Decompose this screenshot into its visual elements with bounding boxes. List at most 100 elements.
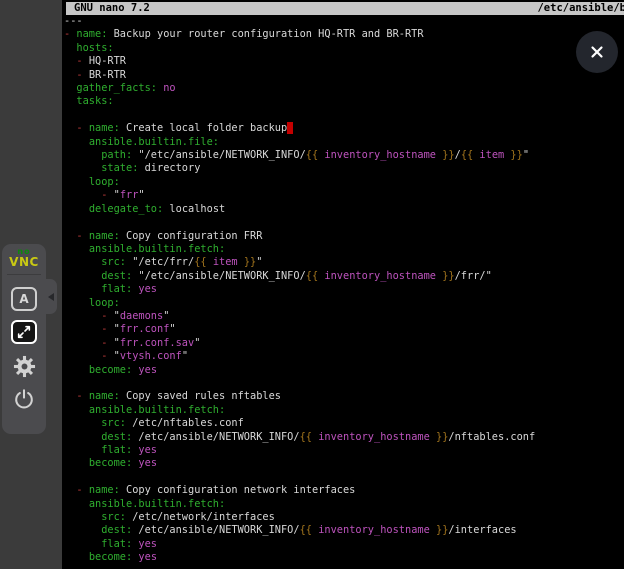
editor-line: - name: Copy configuration network inter…	[64, 484, 624, 497]
panel-collapse-handle[interactable]	[44, 279, 57, 314]
code-segment	[64, 82, 76, 94]
code-segment: frr.conf	[120, 323, 170, 335]
terminal-window: GNU nano 7.2 /etc/ansible/b ---- name: B…	[62, 0, 624, 569]
code-segment	[64, 55, 76, 67]
code-segment: Copy saved rules nftables	[120, 390, 281, 402]
code-segment: no	[163, 82, 175, 94]
code-segment	[64, 364, 89, 376]
code-segment: -	[76, 122, 88, 134]
gear-icon	[13, 355, 36, 378]
code-segment: -	[76, 484, 88, 496]
code-segment	[64, 203, 89, 215]
close-button[interactable]	[576, 31, 618, 73]
editor-line: - "frr.conf.sav"	[64, 337, 624, 350]
code-segment: dest:	[101, 431, 132, 443]
code-segment	[64, 189, 101, 201]
code-segment	[64, 297, 89, 309]
code-segment: {{	[300, 524, 312, 536]
keyboard-button[interactable]: A	[11, 287, 37, 311]
code-segment	[64, 69, 76, 81]
code-segment	[64, 243, 89, 255]
code-segment: delegate_to:	[89, 203, 163, 215]
editor-line: - "frr"	[64, 189, 624, 202]
code-segment: /etc/network/interfaces	[126, 511, 275, 523]
code-segment: "	[138, 189, 144, 201]
code-segment: loop:	[89, 297, 120, 309]
editor-line: ansible.builtin.fetch:	[64, 498, 624, 511]
chevron-left-icon	[48, 293, 54, 301]
code-segment	[64, 511, 101, 523]
code-segment: directory	[138, 162, 200, 174]
code-segment: src:	[101, 417, 126, 429]
code-segment: -	[64, 28, 76, 40]
code-segment	[64, 42, 76, 54]
code-segment: "	[169, 323, 175, 335]
keyboard-icon: A	[19, 293, 28, 305]
code-segment	[64, 457, 89, 469]
editor-line: become: yes	[64, 551, 624, 564]
drag-button[interactable]	[11, 320, 37, 344]
code-segment	[64, 95, 76, 107]
code-segment	[64, 337, 101, 349]
code-segment: dest:	[101, 270, 132, 282]
code-segment: }}	[442, 270, 454, 282]
code-segment: become:	[89, 457, 132, 469]
code-segment: ansible.builtin.fetch:	[89, 243, 225, 255]
editor-line: dest: /etc/ansible/NETWORK_INFO/{{ inven…	[64, 524, 624, 537]
code-segment: "/etc/ansible/NETWORK_INFO/	[132, 270, 306, 282]
novnc-logo-bottom: VNC	[2, 256, 46, 268]
code-segment: Copy configuration FRR	[120, 230, 263, 242]
code-segment: name:	[89, 122, 120, 134]
power-button[interactable]	[11, 387, 37, 411]
code-segment: HQ-RTR	[89, 55, 126, 67]
settings-button[interactable]	[11, 354, 37, 378]
editor-line: - "daemons"	[64, 310, 624, 323]
editor-content[interactable]: ---- name: Backup your router configurat…	[64, 15, 624, 569]
code-segment: -	[101, 350, 113, 362]
code-segment: "	[182, 350, 188, 362]
editor-line: flat: yes	[64, 283, 624, 296]
editor-line: - name: Backup your router configuration…	[64, 28, 624, 41]
nano-file-path: /etc/ansible/b	[537, 2, 624, 15]
code-segment: {{	[194, 256, 206, 268]
nano-app-title: GNU nano 7.2	[74, 2, 150, 15]
code-segment: src:	[101, 511, 126, 523]
code-segment: item	[207, 256, 244, 268]
code-segment	[64, 122, 76, 134]
code-segment: name:	[89, 230, 120, 242]
code-segment: name:	[89, 390, 120, 402]
drag-arrows-icon	[15, 324, 33, 340]
code-segment: {{	[306, 149, 318, 161]
code-segment: ansible.builtin.fetch:	[89, 498, 225, 510]
code-segment: hosts:	[76, 42, 113, 54]
code-segment	[64, 323, 101, 335]
code-segment	[64, 350, 101, 362]
code-segment	[64, 390, 76, 402]
code-segment: become:	[89, 364, 132, 376]
close-icon	[588, 43, 606, 61]
code-segment: /frr/"	[455, 270, 492, 282]
novnc-logo: no VNC	[2, 248, 46, 268]
code-segment: inventory_hostname	[312, 431, 436, 443]
code-segment: ---	[64, 15, 83, 27]
code-segment: ansible.builtin.fetch:	[89, 404, 225, 416]
code-segment: }}	[436, 431, 448, 443]
editor-line: ansible.builtin.fetch:	[64, 404, 624, 417]
code-segment	[64, 538, 101, 550]
code-segment: }}	[510, 149, 522, 161]
code-segment: "	[256, 256, 262, 268]
code-segment: flat:	[101, 538, 132, 550]
code-segment: yes	[138, 538, 157, 550]
code-segment: }}	[436, 524, 448, 536]
code-segment: /nftables.conf	[448, 431, 535, 443]
editor-line: hosts:	[64, 42, 624, 55]
screen: { "titlebar": { "app": "GNU nano 7.2", "…	[0, 0, 624, 569]
editor-line: - "frr.conf"	[64, 323, 624, 336]
code-segment: inventory_hostname	[318, 270, 442, 282]
code-segment: {{	[461, 149, 473, 161]
vnc-control-panel: no VNC A	[2, 244, 46, 434]
editor-line: flat: yes	[64, 444, 624, 457]
code-segment	[64, 551, 89, 563]
code-segment: -	[76, 55, 88, 67]
code-segment: -	[76, 230, 88, 242]
